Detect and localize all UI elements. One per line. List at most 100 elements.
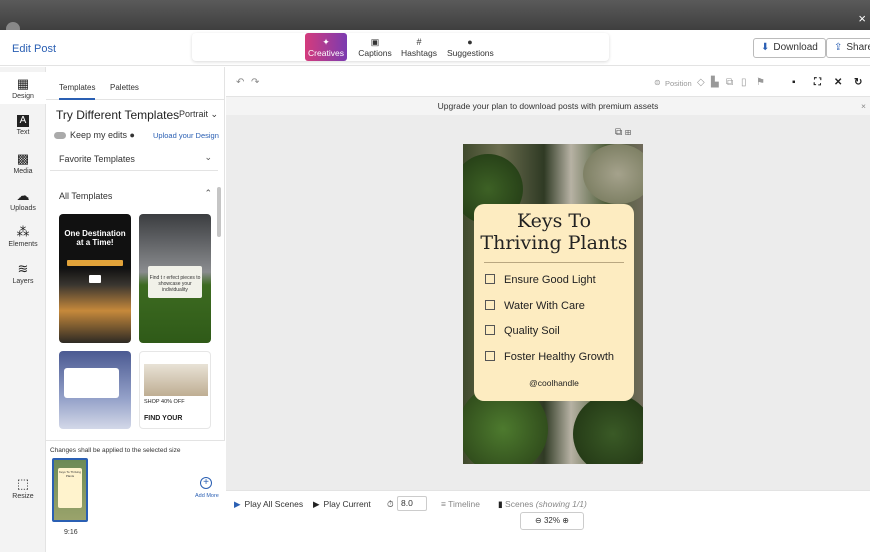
tab-suggestions-label: Suggestions bbox=[447, 48, 494, 58]
tab-captions[interactable]: ▣ Captions bbox=[356, 33, 394, 61]
poster-title[interactable]: Keys To Thriving Plants bbox=[474, 210, 634, 254]
lock-icon[interactable]: ▙ bbox=[711, 77, 719, 88]
all-templates-section[interactable]: All Templates ⌃ bbox=[50, 181, 218, 211]
thumbnail-photo bbox=[144, 364, 208, 396]
delete-icon[interactable]: ▯ bbox=[741, 77, 747, 88]
tab-hashtags[interactable]: # Hashtags bbox=[400, 33, 438, 61]
checkbox-icon bbox=[485, 300, 495, 310]
rail-layers[interactable]: ≋ Layers bbox=[0, 262, 46, 286]
thumbnail-heading: One Destination at a Time! bbox=[64, 229, 126, 247]
share-button[interactable]: ⇪Share bbox=[826, 38, 870, 58]
keep-edits-label: Keep my edits ● bbox=[70, 130, 135, 140]
add-page-icon[interactable]: ⊞ bbox=[625, 127, 631, 138]
template-thumbnail-fashion[interactable]: Find t r erfect pieces to showcase your … bbox=[139, 214, 211, 343]
template-thumbnail-furniture[interactable]: SHOP 40% OFF FIND YOUR bbox=[139, 351, 211, 429]
play-all-scenes-button[interactable]: ▶ Play All Scenes bbox=[234, 499, 303, 510]
shuffle-icon[interactable]: ✕ bbox=[834, 77, 842, 88]
position-icon: ⊜ bbox=[654, 78, 661, 87]
scenes-label: Scenes bbox=[505, 499, 534, 509]
duration-value: 8.0 bbox=[401, 498, 413, 508]
duration-input[interactable]: 8.0 bbox=[397, 496, 427, 511]
resize-icon: ⬚ bbox=[16, 476, 30, 491]
download-button[interactable]: ⬇ Download bbox=[753, 38, 826, 58]
window-close-icon[interactable]: × bbox=[858, 12, 866, 25]
tab-templates[interactable]: Templates bbox=[59, 83, 96, 100]
rail-uploads-label: Uploads bbox=[10, 205, 36, 212]
favorite-templates-label: Favorite Templates bbox=[59, 154, 135, 164]
chevron-down-icon: ⌄ bbox=[210, 109, 219, 119]
poster-title-line1: Keys To bbox=[516, 210, 592, 232]
tool-rail: ▦ Design A Text ▩ Media ☁ Uploads ⁂ Elem… bbox=[0, 67, 46, 552]
scenes-icon: ▮ bbox=[498, 499, 506, 509]
fill-icon[interactable]: ◇ bbox=[697, 77, 705, 88]
zoom-in-icon[interactable]: ⊕ bbox=[562, 516, 569, 525]
rail-media[interactable]: ▩ Media bbox=[0, 152, 46, 176]
redo-icon[interactable]: ↷ bbox=[251, 77, 259, 88]
rail-media-label: Media bbox=[13, 168, 33, 175]
plant-foliage bbox=[573, 394, 643, 464]
thumbnail-find-text: FIND YOUR bbox=[144, 415, 183, 422]
magic-wand-icon: ✦ bbox=[322, 37, 330, 47]
panel-scrollbar[interactable] bbox=[217, 187, 221, 237]
tab-hashtags-label: Hashtags bbox=[401, 48, 437, 58]
checklist-item-label: Ensure Good Light bbox=[504, 274, 596, 286]
download-icon: ⬇ bbox=[761, 42, 770, 53]
tab-creatives[interactable]: ✦ Creatives bbox=[305, 33, 347, 61]
rail-resize[interactable]: ⬚ Resize bbox=[0, 476, 46, 501]
tab-palettes[interactable]: Palettes bbox=[110, 83, 139, 92]
checklist-item[interactable]: Foster Healthy Growth bbox=[485, 351, 614, 365]
checklist-item[interactable]: Quality Soil bbox=[485, 325, 560, 339]
favorite-templates-section[interactable]: Favorite Templates ⌄ bbox=[50, 145, 218, 171]
design-canvas[interactable]: Keys To Thriving Plants Ensure Good Ligh… bbox=[463, 144, 643, 464]
template-thumbnail-wellness[interactable] bbox=[59, 351, 131, 429]
rail-layers-label: Layers bbox=[12, 278, 34, 285]
rail-text[interactable]: A Text bbox=[0, 115, 46, 136]
timer-icon: ⏱ bbox=[387, 499, 394, 509]
checklist-item-label: Water With Care bbox=[504, 300, 585, 312]
all-templates-label: All Templates bbox=[59, 191, 113, 201]
fullscreen-icon[interactable]: ⛶ bbox=[814, 77, 821, 88]
zoom-out-icon[interactable]: ⊖ bbox=[535, 516, 542, 525]
selected-size-thumbnail[interactable]: Keys To Thriving Plants bbox=[52, 458, 88, 522]
resize-area: Changes shall be applied to the selected… bbox=[46, 440, 225, 552]
keep-edits-toggle[interactable] bbox=[54, 132, 66, 139]
flag-icon[interactable]: ⚑ bbox=[756, 77, 765, 88]
position-button[interactable]: Position bbox=[665, 79, 692, 88]
orientation-select[interactable]: Portrait ⌄ bbox=[179, 109, 218, 120]
rail-design[interactable]: ▦ Design bbox=[0, 72, 46, 104]
scenes-button[interactable]: ▮ Scenes (showing 1/1) bbox=[498, 499, 587, 510]
save-icon[interactable]: ▪ bbox=[792, 77, 796, 88]
text-icon: A bbox=[17, 115, 29, 127]
thumbnail-card-text: Find t r erfect pieces to showcase your … bbox=[148, 266, 202, 298]
add-more-icon[interactable]: + bbox=[200, 477, 212, 489]
play-current-button[interactable]: ▶ Play Current bbox=[313, 499, 371, 510]
templates-panel: Templates Palettes Try Different Templat… bbox=[46, 67, 225, 552]
size-note: Changes shall be applied to the selected… bbox=[50, 447, 181, 454]
rail-uploads[interactable]: ☁ Uploads bbox=[0, 189, 46, 213]
poster-card[interactable]: Keys To Thriving Plants Ensure Good Ligh… bbox=[474, 204, 634, 401]
orientation-value: Portrait bbox=[179, 109, 209, 119]
timeline-button[interactable]: ≡ Timeline bbox=[441, 499, 480, 509]
lightbulb-icon: ● bbox=[467, 37, 473, 47]
rail-elements[interactable]: ⁂ Elements bbox=[0, 225, 46, 249]
upload-design-link[interactable]: Upload your Design bbox=[153, 131, 219, 140]
undo-icon[interactable]: ↶ bbox=[236, 77, 244, 88]
rail-design-label: Design bbox=[12, 93, 34, 100]
duplicate-icon[interactable]: ⧉ bbox=[726, 77, 733, 88]
play-circle-icon: ▶ bbox=[234, 499, 241, 509]
refresh-icon[interactable]: ↻ bbox=[854, 77, 862, 88]
share-icon: ⇪ bbox=[834, 42, 843, 53]
play-circle-icon: ▶ bbox=[313, 499, 320, 509]
checklist-item[interactable]: Water With Care bbox=[485, 300, 585, 314]
checklist-item[interactable]: Ensure Good Light bbox=[485, 274, 596, 288]
add-more-label[interactable]: Add More bbox=[195, 493, 219, 499]
duplicate-page-icon[interactable]: ⧉ bbox=[615, 127, 622, 138]
tab-captions-label: Captions bbox=[358, 48, 392, 58]
tab-suggestions[interactable]: ● Suggestions bbox=[447, 33, 494, 61]
info-icon[interactable]: ● bbox=[130, 130, 135, 140]
close-icon[interactable]: × bbox=[861, 97, 866, 115]
template-thumbnail-travel[interactable]: One Destination at a Time! bbox=[59, 214, 131, 343]
poster-handle[interactable]: @coolhandle bbox=[474, 378, 634, 388]
cc-icon: ▣ bbox=[370, 37, 380, 47]
window-titlebar: × bbox=[0, 0, 870, 36]
